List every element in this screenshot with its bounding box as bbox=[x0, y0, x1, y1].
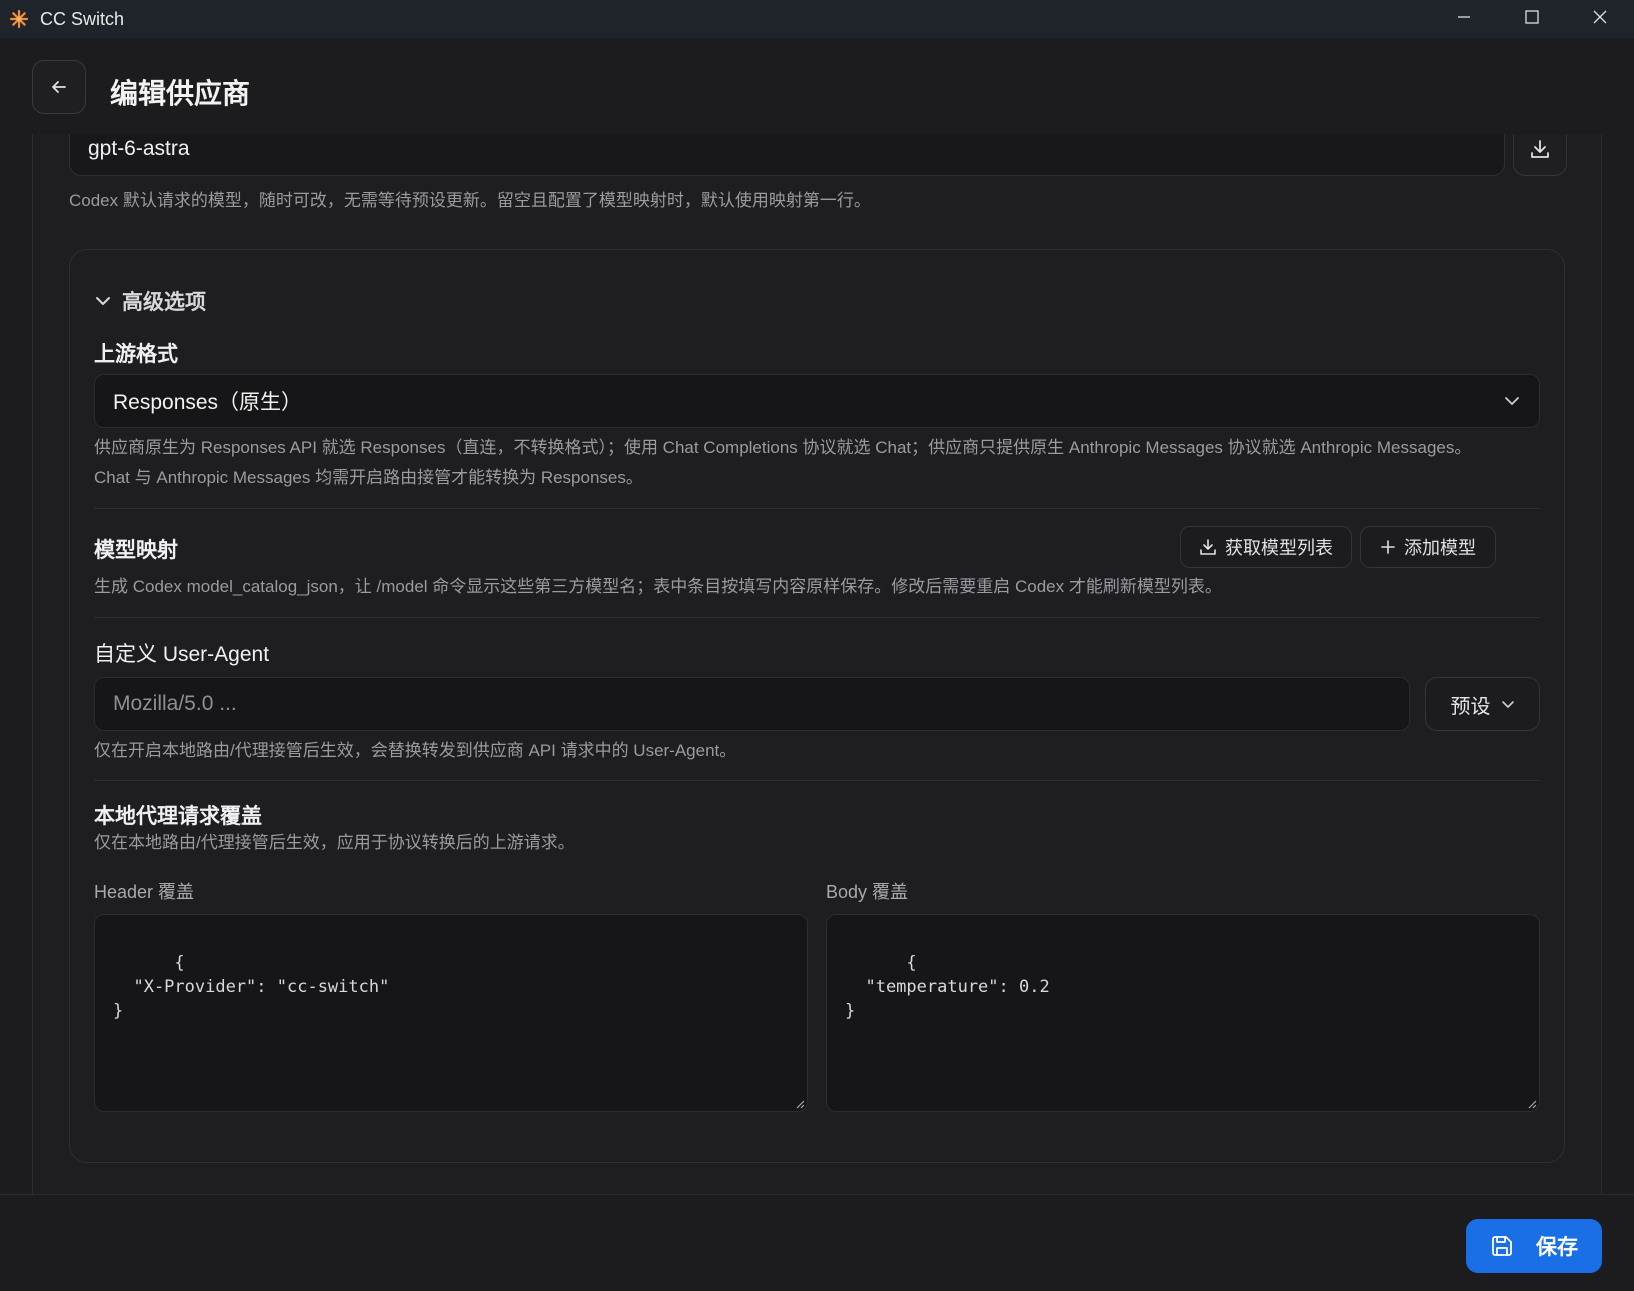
form-scroll-area[interactable]: gpt-6-astra Codex 默认请求的模型，随时可改，无需等待预设更新。… bbox=[32, 134, 1602, 1194]
back-button[interactable] bbox=[32, 60, 86, 114]
user-agent-hint: 仅在开启本地路由/代理接管后生效，会替换转发到供应商 API 请求中的 User… bbox=[94, 741, 737, 760]
user-agent-label: 自定义 User-Agent bbox=[94, 643, 270, 666]
body-override-textarea[interactable]: { "temperature": 0.2 } bbox=[826, 914, 1540, 1112]
upstream-format-hint-line2: Chat 与 Anthropic Messages 均需开启路由接管才能转换为 … bbox=[94, 468, 643, 487]
arrow-left-icon bbox=[52, 81, 66, 93]
upstream-format-label: 上游格式 bbox=[94, 343, 178, 366]
model-mapping-label: 模型映射 bbox=[94, 539, 178, 562]
user-agent-preset-button[interactable]: 预设 bbox=[1425, 677, 1540, 731]
upstream-format-select[interactable]: Responses（原生） bbox=[94, 374, 1540, 428]
header-override-value: { "X-Provider": "cc-switch" } bbox=[113, 953, 390, 1021]
minimize-button[interactable] bbox=[1430, 0, 1498, 34]
fetch-model-list-button[interactable]: 获取模型列表 bbox=[1180, 526, 1352, 568]
upstream-format-value: Responses（原生） bbox=[113, 391, 303, 414]
default-model-input[interactable]: gpt-6-astra bbox=[69, 134, 1505, 176]
close-icon bbox=[1593, 10, 1607, 24]
upstream-format-hint-line1: 供应商原生为 Responses API 就选 Responses（直连，不转换… bbox=[94, 438, 1472, 457]
page-header: 编辑供应商 bbox=[0, 38, 1634, 134]
advanced-options-toggle[interactable]: 高级选项 bbox=[94, 286, 206, 316]
save-button[interactable]: 保存 bbox=[1466, 1219, 1602, 1273]
default-model-hint: Codex 默认请求的模型，随时可改，无需等待预设更新。留空且配置了模型映射时，… bbox=[69, 191, 871, 210]
plus-icon bbox=[1381, 540, 1395, 554]
fetch-model-list-label: 获取模型列表 bbox=[1225, 538, 1333, 558]
maximize-button[interactable] bbox=[1498, 0, 1566, 34]
advanced-options-card: 高级选项 上游格式 Responses（原生） 供应商原生为 Responses… bbox=[69, 249, 1565, 1163]
preset-label: 预设 bbox=[1450, 695, 1491, 718]
save-label: 保存 bbox=[1536, 1236, 1578, 1259]
request-override-label: 本地代理请求覆盖 bbox=[94, 805, 262, 828]
request-override-hint: 仅在本地路由/代理接管后生效，应用于协议转换后的上游请求。 bbox=[94, 833, 575, 852]
divider bbox=[94, 780, 1540, 781]
download-icon bbox=[1200, 539, 1216, 555]
user-agent-input[interactable] bbox=[94, 677, 1410, 731]
close-button[interactable] bbox=[1566, 0, 1634, 34]
add-model-button[interactable]: 添加模型 bbox=[1360, 526, 1496, 568]
window-controls bbox=[1430, 0, 1634, 38]
minimize-icon bbox=[1458, 16, 1470, 18]
fetch-model-button[interactable] bbox=[1513, 134, 1567, 176]
body-override-label: Body 覆盖 bbox=[826, 882, 909, 902]
advanced-options-label: 高级选项 bbox=[122, 291, 206, 314]
body-override-value: { "temperature": 0.2 } bbox=[845, 953, 1050, 1021]
resize-handle-icon[interactable] bbox=[1525, 1097, 1537, 1109]
app-logo-icon bbox=[8, 8, 30, 30]
divider bbox=[94, 617, 1540, 618]
header-override-textarea[interactable]: { "X-Provider": "cc-switch" } bbox=[94, 914, 808, 1112]
add-model-label: 添加模型 bbox=[1404, 538, 1476, 558]
save-icon bbox=[1492, 1236, 1512, 1256]
window-title: CC Switch bbox=[40, 8, 125, 29]
model-mapping-hint: 生成 Codex model_catalog_json，让 /model 命令显… bbox=[94, 577, 1222, 596]
chevron-down-icon bbox=[1501, 701, 1514, 708]
page-title: 编辑供应商 bbox=[110, 78, 251, 109]
divider bbox=[94, 508, 1540, 509]
download-icon bbox=[1531, 140, 1549, 158]
footer-bar: 保存 bbox=[0, 1194, 1634, 1291]
maximize-icon bbox=[1525, 10, 1539, 24]
header-override-label: Header 覆盖 bbox=[94, 882, 195, 902]
title-bar: CC Switch bbox=[0, 0, 1634, 38]
resize-handle-icon[interactable] bbox=[793, 1097, 805, 1109]
chevron-down-icon bbox=[96, 297, 110, 305]
chevron-down-icon bbox=[1505, 397, 1519, 405]
